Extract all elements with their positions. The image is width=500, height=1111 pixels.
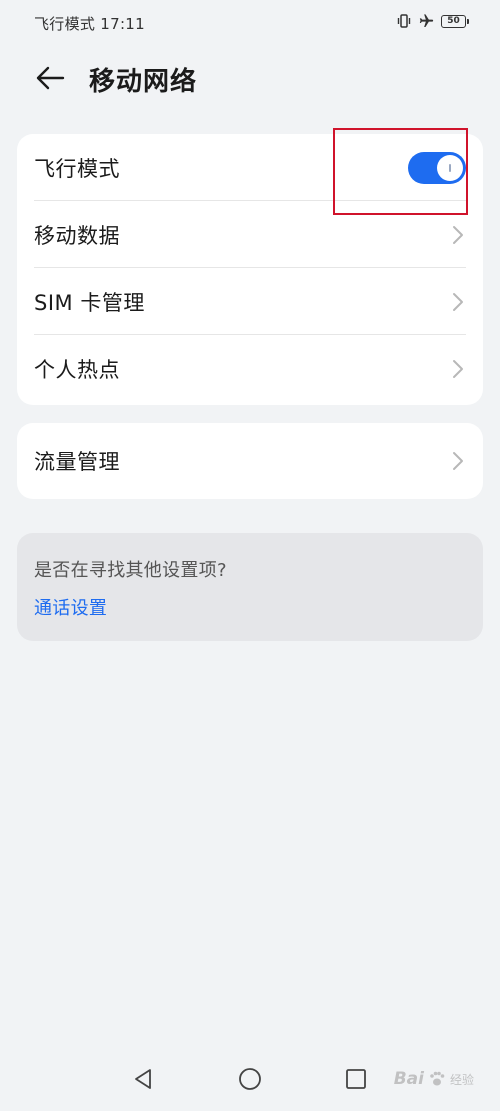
chevron-right-icon <box>453 452 463 470</box>
watermark-sub: 经验 <box>449 1072 474 1087</box>
nav-recent-icon <box>346 1069 366 1089</box>
page-title: 移动网络 <box>89 67 198 97</box>
traffic-management-label: 流量管理 <box>34 450 120 474</box>
nav-home-icon <box>239 1068 261 1090</box>
chevron-right-icon <box>453 225 463 244</box>
personal-hotspot-row[interactable]: 个人热点 <box>34 335 466 402</box>
arrow-left-icon <box>35 66 65 94</box>
sim-management-row[interactable]: SIM 卡管理 <box>34 268 466 335</box>
mobile-data-label: 移动数据 <box>34 223 120 248</box>
sim-management-label: SIM 卡管理 <box>34 290 145 315</box>
back-button[interactable] <box>26 60 74 100</box>
nav-recent-button[interactable] <box>341 1064 371 1094</box>
suggestion-question: 是否在寻找其他设置项? <box>34 560 227 581</box>
battery-icon: 50 <box>441 14 469 28</box>
personal-hotspot-label: 个人热点 <box>34 357 120 382</box>
status-text: 飞行模式 17:11 <box>34 15 145 33</box>
highlight-box <box>333 128 468 215</box>
paw-icon <box>430 1071 445 1086</box>
call-settings-link[interactable]: 通话设置 <box>34 594 107 620</box>
vibrate-icon <box>396 13 412 29</box>
traffic-management-row[interactable]: 流量管理 <box>34 423 466 499</box>
airplane-mode-label: 飞行模式 <box>34 156 120 181</box>
nav-back-button[interactable] <box>128 1064 158 1094</box>
suggestion-card: 是否在寻找其他设置项? 通话设置 <box>17 533 483 641</box>
nav-back-icon <box>135 1069 151 1089</box>
status-icons: 50 <box>396 13 469 29</box>
nav-home-button[interactable] <box>235 1064 265 1094</box>
watermark-logo: Bai <box>393 1069 424 1089</box>
traffic-card: 流量管理 <box>17 423 483 499</box>
chevron-right-icon <box>453 292 463 311</box>
chevron-right-icon <box>453 359 463 378</box>
airplane-icon <box>418 13 435 29</box>
watermark: Bai 经验 <box>394 1069 474 1089</box>
header: 移动网络 <box>0 48 500 112</box>
status-bar: 飞行模式 17:11 50 <box>0 0 500 48</box>
